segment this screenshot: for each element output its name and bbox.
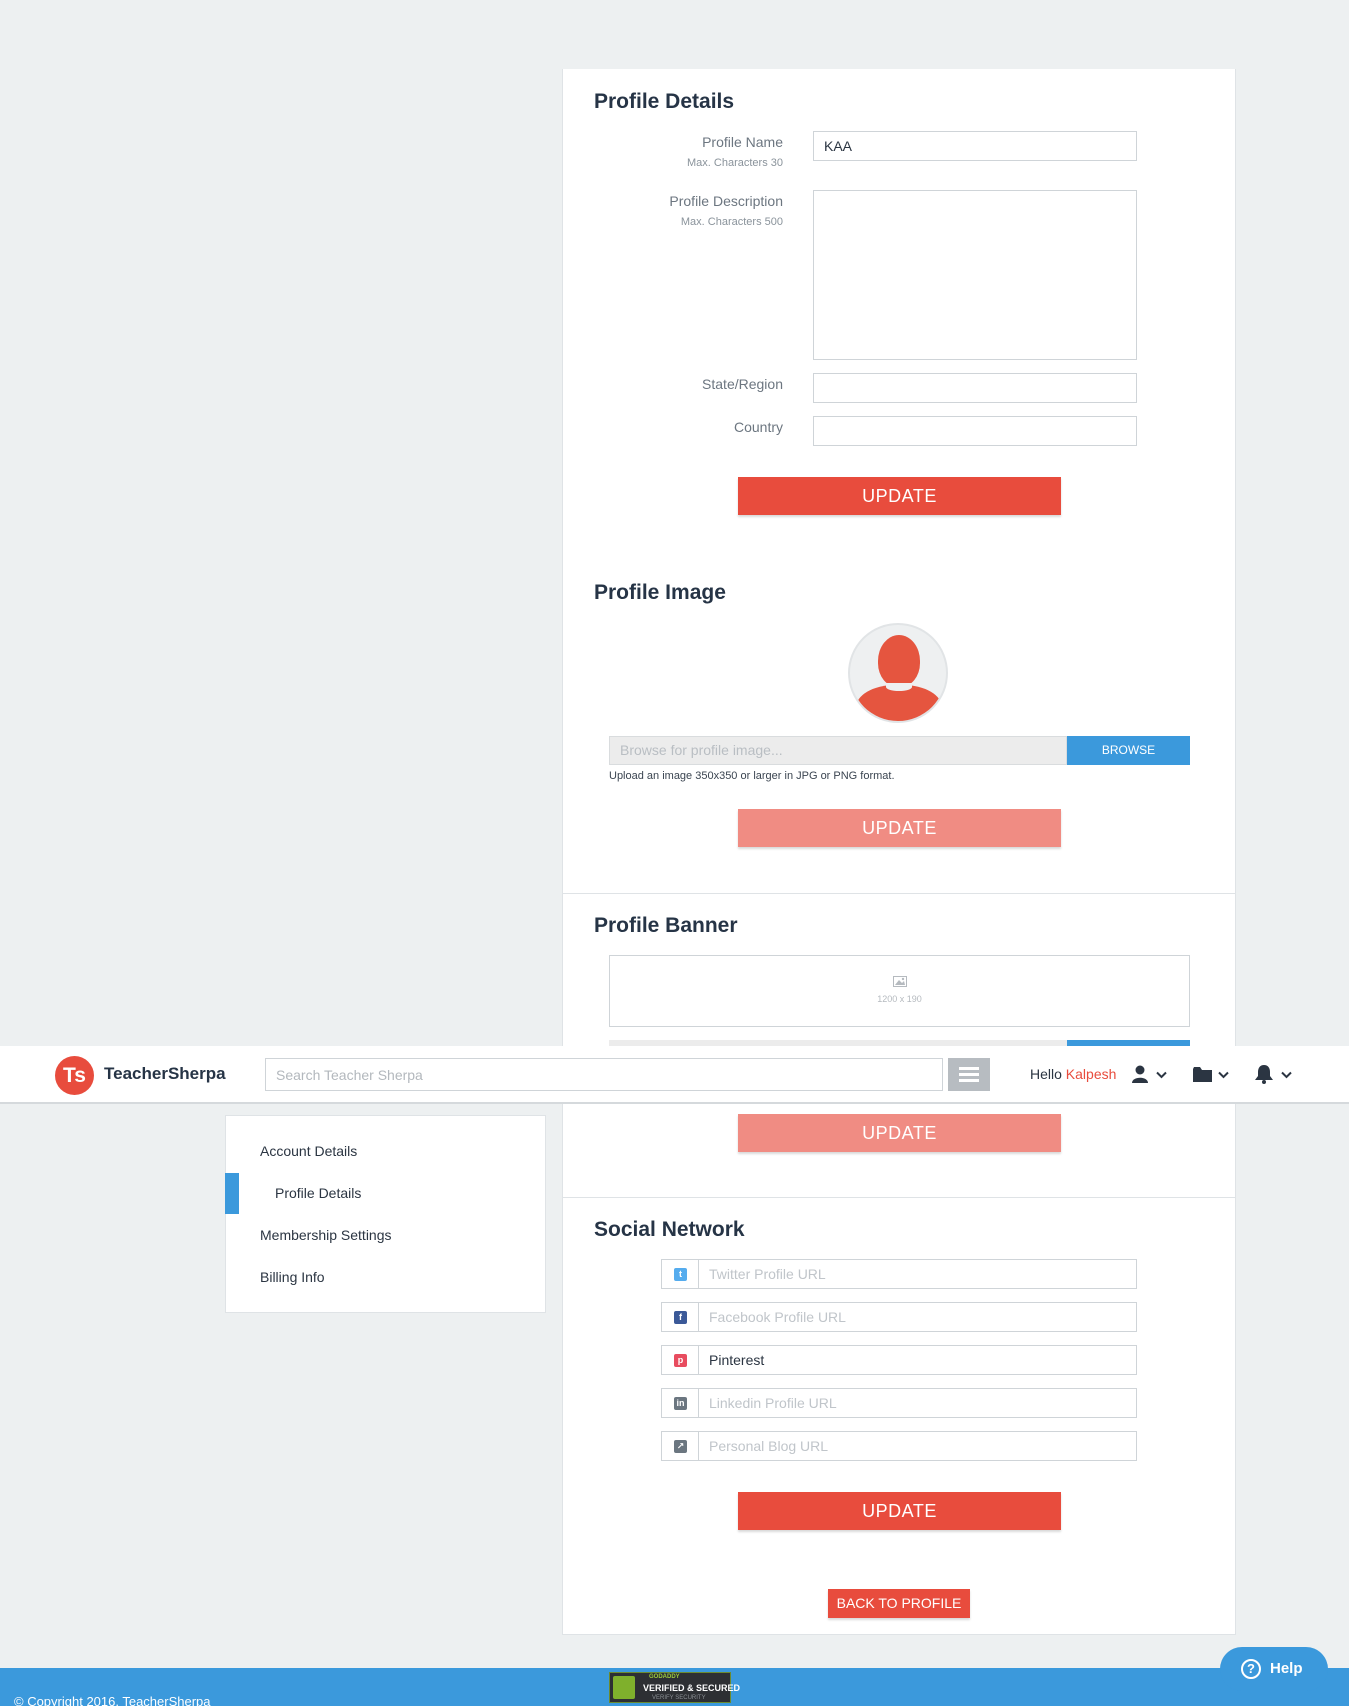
banner-placeholder[interactable]: 1200 x 190 bbox=[609, 955, 1190, 1027]
security-seal[interactable]: GODADDY VERIFIED & SECURED VERIFY SECURI… bbox=[609, 1672, 740, 1703]
profile-description-label: Profile Description bbox=[669, 193, 783, 209]
blog-url-field[interactable]: ↗ Personal Blog URL bbox=[661, 1431, 1137, 1461]
profile-name-hint: Max. Characters 30 bbox=[687, 157, 783, 169]
social-update-button[interactable]: UPDATE bbox=[738, 1492, 1061, 1530]
facebook-url-field[interactable]: f Facebook Profile URL bbox=[661, 1302, 1137, 1332]
avatar-placeholder bbox=[848, 623, 948, 723]
twitter-url-placeholder: Twitter Profile URL bbox=[709, 1266, 826, 1282]
social-network-title: Social Network bbox=[594, 1218, 745, 1241]
profile-banner-update-button[interactable]: UPDATE bbox=[738, 1114, 1061, 1152]
profile-image-title: Profile Image bbox=[594, 581, 726, 604]
sidebar-item-billing-info[interactable]: Billing Info bbox=[260, 1269, 325, 1285]
sidebar-item-account-details[interactable]: Account Details bbox=[260, 1143, 357, 1159]
help-label: Help bbox=[1270, 1660, 1303, 1677]
greeting-prefix: Hello bbox=[1030, 1066, 1062, 1082]
question-icon: ? bbox=[1241, 1659, 1261, 1679]
facebook-url-placeholder: Facebook Profile URL bbox=[709, 1309, 846, 1325]
sidebar-active-indicator bbox=[225, 1173, 239, 1214]
lock-icon bbox=[613, 1676, 635, 1699]
folder-icon bbox=[1193, 1067, 1212, 1082]
profile-description-textarea[interactable] bbox=[813, 190, 1137, 360]
chevron-down-icon bbox=[1156, 1071, 1167, 1079]
pinterest-url-field[interactable]: p Pinterest bbox=[661, 1345, 1137, 1375]
section-divider bbox=[562, 893, 1236, 894]
brand-name[interactable]: TeacherSherpa bbox=[104, 1064, 226, 1084]
search-input[interactable]: Search Teacher Sherpa bbox=[265, 1058, 943, 1091]
seal-bottom-text: VERIFY SECURITY bbox=[652, 1695, 706, 1701]
blog-icon: ↗ bbox=[662, 1432, 699, 1460]
twitter-url-field[interactable]: t Twitter Profile URL bbox=[661, 1259, 1137, 1289]
sidebar-item-membership-settings[interactable]: Membership Settings bbox=[260, 1227, 392, 1243]
pinterest-url-value: Pinterest bbox=[709, 1352, 765, 1368]
logo[interactable]: Ts bbox=[55, 1056, 94, 1095]
linkedin-icon: in bbox=[662, 1389, 699, 1417]
chevron-down-icon bbox=[1218, 1071, 1229, 1079]
profile-details-update-button[interactable]: UPDATE bbox=[738, 477, 1061, 515]
browse-button[interactable]: BROWSE bbox=[1067, 736, 1190, 765]
facebook-icon: f bbox=[662, 1303, 699, 1331]
profile-banner-title: Profile Banner bbox=[594, 914, 738, 937]
section-divider bbox=[562, 1197, 1236, 1198]
seal-main-text: VERIFIED & SECURED bbox=[643, 1683, 741, 1693]
folder-menu[interactable] bbox=[1191, 1060, 1235, 1090]
country-label: Country bbox=[733, 419, 783, 435]
profile-name-input[interactable]: KAA bbox=[813, 131, 1137, 161]
image-icon bbox=[893, 976, 907, 987]
help-button[interactable]: ? Help bbox=[1220, 1647, 1328, 1691]
linkedin-url-placeholder: Linkedin Profile URL bbox=[709, 1395, 837, 1411]
twitter-icon: t bbox=[662, 1260, 699, 1288]
user-name[interactable]: Kalpesh bbox=[1066, 1066, 1117, 1082]
profile-details-title: Profile Details bbox=[594, 90, 735, 113]
sidebar-item-profile-details[interactable]: Profile Details bbox=[275, 1185, 361, 1201]
seal-top-text: GODADDY bbox=[649, 1674, 680, 1680]
profile-image-browse-input[interactable]: Browse for profile image... bbox=[609, 736, 1067, 765]
user-menu[interactable] bbox=[1130, 1060, 1174, 1090]
state-region-label: State/Region bbox=[702, 376, 783, 392]
blog-url-placeholder: Personal Blog URL bbox=[709, 1438, 829, 1454]
notifications-menu[interactable] bbox=[1253, 1060, 1297, 1090]
pinterest-icon: p bbox=[662, 1346, 699, 1374]
upload-note: Upload an image 350x350 or larger in JPG… bbox=[609, 770, 895, 782]
profile-name-label: Profile Name bbox=[702, 134, 783, 150]
bell-icon bbox=[1255, 1065, 1273, 1084]
menu-button[interactable] bbox=[948, 1058, 990, 1091]
back-to-profile-button[interactable]: BACK TO PROFILE bbox=[828, 1589, 970, 1618]
state-region-input[interactable] bbox=[813, 373, 1137, 403]
profile-description-hint: Max. Characters 500 bbox=[680, 216, 783, 228]
copyright-text: © Copyright 2016, TeacherSherpa bbox=[14, 1694, 211, 1706]
greeting: Hello Kalpesh bbox=[1030, 1066, 1116, 1082]
banner-size-hint: 1200 x 190 bbox=[877, 994, 922, 1004]
profile-image-update-button[interactable]: UPDATE bbox=[738, 809, 1061, 847]
linkedin-url-field[interactable]: in Linkedin Profile URL bbox=[661, 1388, 1137, 1418]
chevron-down-icon bbox=[1281, 1071, 1292, 1079]
user-icon bbox=[1132, 1065, 1148, 1083]
country-input[interactable] bbox=[813, 416, 1137, 446]
